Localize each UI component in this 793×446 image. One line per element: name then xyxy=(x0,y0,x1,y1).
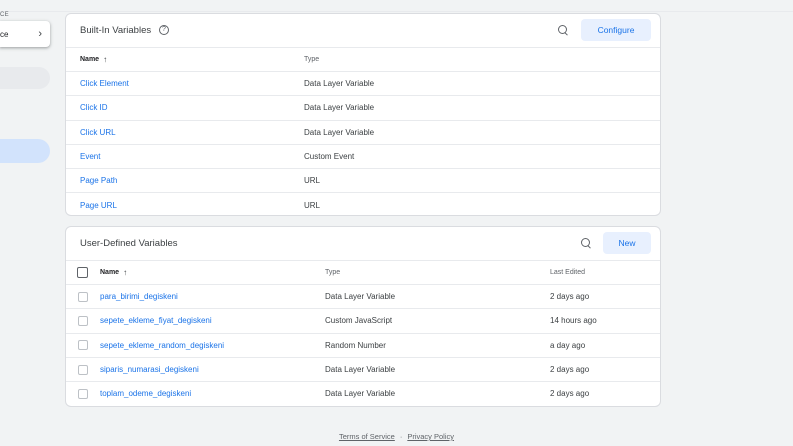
user-table-header: Name ↑ Type Last Edited xyxy=(66,260,660,284)
table-row[interactable]: sepete_ekleme_random_degiskeni Random Num… xyxy=(66,332,660,357)
top-bar-edge xyxy=(0,0,793,12)
search-icon[interactable] xyxy=(558,25,569,36)
variable-type: Random Number xyxy=(325,340,386,350)
row-checkbox[interactable] xyxy=(78,364,88,375)
user-card-header: User-Defined Variables New xyxy=(66,227,660,260)
last-edited: 14 hours ago xyxy=(550,316,597,326)
column-header-name[interactable]: Name ↑ xyxy=(100,261,127,284)
table-row[interactable]: Page URL URL xyxy=(66,192,660,215)
row-checkbox[interactable] xyxy=(78,315,88,326)
table-row[interactable]: Event Custom Event xyxy=(66,143,660,168)
builtin-variables-card: Built-In Variables ? Configure Name ↑ Ty… xyxy=(65,13,661,216)
workspace-label: ce xyxy=(0,29,9,39)
variable-name-link[interactable]: Click URL xyxy=(80,121,116,144)
arrow-up-icon: ↑ xyxy=(103,55,108,64)
variable-type: URL xyxy=(304,200,321,210)
table-row[interactable]: Click ID Data Layer Variable xyxy=(66,95,660,119)
variable-name-link[interactable]: Page URL xyxy=(80,193,117,215)
search-icon[interactable] xyxy=(581,238,592,249)
workspace-selector[interactable]: ce › xyxy=(0,21,50,47)
builtin-table-header: Name ↑ Type xyxy=(66,47,660,71)
variable-name-link[interactable]: Click Element xyxy=(80,72,129,95)
variable-type: Data Layer Variable xyxy=(325,389,396,399)
variable-type: Data Layer Variable xyxy=(325,365,396,375)
column-header-name-label: Name xyxy=(100,269,120,276)
variable-type: URL xyxy=(304,176,321,186)
last-edited: 2 days ago xyxy=(550,389,590,399)
arrow-up-icon: ↑ xyxy=(123,268,128,277)
variable-name-link[interactable]: sepete_ekleme_random_degiskeni xyxy=(100,334,224,357)
row-checkbox[interactable] xyxy=(78,388,88,399)
variable-name-link[interactable]: Click ID xyxy=(80,96,108,119)
chevron-right-icon: › xyxy=(38,28,42,40)
last-edited: a day ago xyxy=(550,340,586,350)
table-row[interactable]: sepete_ekleme_fiyat_degiskeni Custom Java… xyxy=(66,308,660,332)
variable-type: Custom JavaScript xyxy=(325,316,393,326)
variable-name-link[interactable]: Page Path xyxy=(80,169,117,192)
last-edited: 2 days ago xyxy=(550,365,590,375)
variable-type: Data Layer Variable xyxy=(304,127,375,137)
table-row[interactable]: siparis_numarasi_degiskeni Data Layer Var… xyxy=(66,356,660,381)
configure-button[interactable]: Configure xyxy=(581,19,651,41)
variable-name-link[interactable]: para_birimi_degiskeni xyxy=(100,285,178,308)
select-all-checkbox[interactable] xyxy=(77,267,88,278)
help-circle-icon[interactable]: ? xyxy=(159,25,169,35)
column-header-last-edited: Last Edited xyxy=(550,269,586,276)
variable-type: Data Layer Variable xyxy=(304,103,375,113)
terms-of-service-link[interactable]: Terms of Service xyxy=(339,432,395,441)
new-variable-button[interactable]: New xyxy=(603,232,651,254)
column-header-name-label: Name xyxy=(80,56,100,63)
table-row[interactable]: toplam_odeme_degiskeni Data Layer Variabl… xyxy=(66,381,660,405)
table-row[interactable]: Click URL Data Layer Variable xyxy=(66,119,660,144)
variable-type: Data Layer Variable xyxy=(325,292,396,302)
footer-separator: · xyxy=(399,432,403,441)
column-header-type: Type xyxy=(304,56,320,63)
variable-name-link[interactable]: siparis_numarasi_degiskeni xyxy=(100,358,199,381)
row-checkbox[interactable] xyxy=(78,291,88,302)
sidebar-nav-item-active[interactable] xyxy=(0,139,50,163)
sidebar-nav-item[interactable] xyxy=(0,67,50,89)
builtin-card-title: Built-In Variables xyxy=(80,25,152,36)
variable-name-link[interactable]: toplam_odeme_degiskeni xyxy=(100,382,191,405)
table-row[interactable]: Click Element Data Layer Variable xyxy=(66,71,660,95)
user-defined-variables-card: User-Defined Variables New Name ↑ Type L… xyxy=(65,226,661,407)
privacy-policy-link[interactable]: Privacy Policy xyxy=(407,432,454,441)
table-row[interactable]: para_birimi_degiskeni Data Layer Variable… xyxy=(66,284,660,308)
row-checkbox[interactable] xyxy=(78,340,88,351)
table-row[interactable]: Page Path URL xyxy=(66,168,660,192)
variable-type: Data Layer Variable xyxy=(304,79,375,89)
last-edited: 2 days ago xyxy=(550,292,590,302)
column-header-name[interactable]: Name ↑ xyxy=(80,48,107,71)
variable-name-link[interactable]: sepete_ekleme_fiyat_degiskeni xyxy=(100,309,212,332)
variable-type: Custom Event xyxy=(304,152,355,162)
column-header-type: Type xyxy=(325,269,341,276)
variable-name-link[interactable]: Event xyxy=(80,145,100,168)
user-card-title: User-Defined Variables xyxy=(80,238,178,249)
footer: Terms of Service · Privacy Policy xyxy=(0,432,793,441)
builtin-card-header: Built-In Variables ? Configure xyxy=(66,14,660,47)
sidebar-section-label: CE xyxy=(0,12,9,18)
